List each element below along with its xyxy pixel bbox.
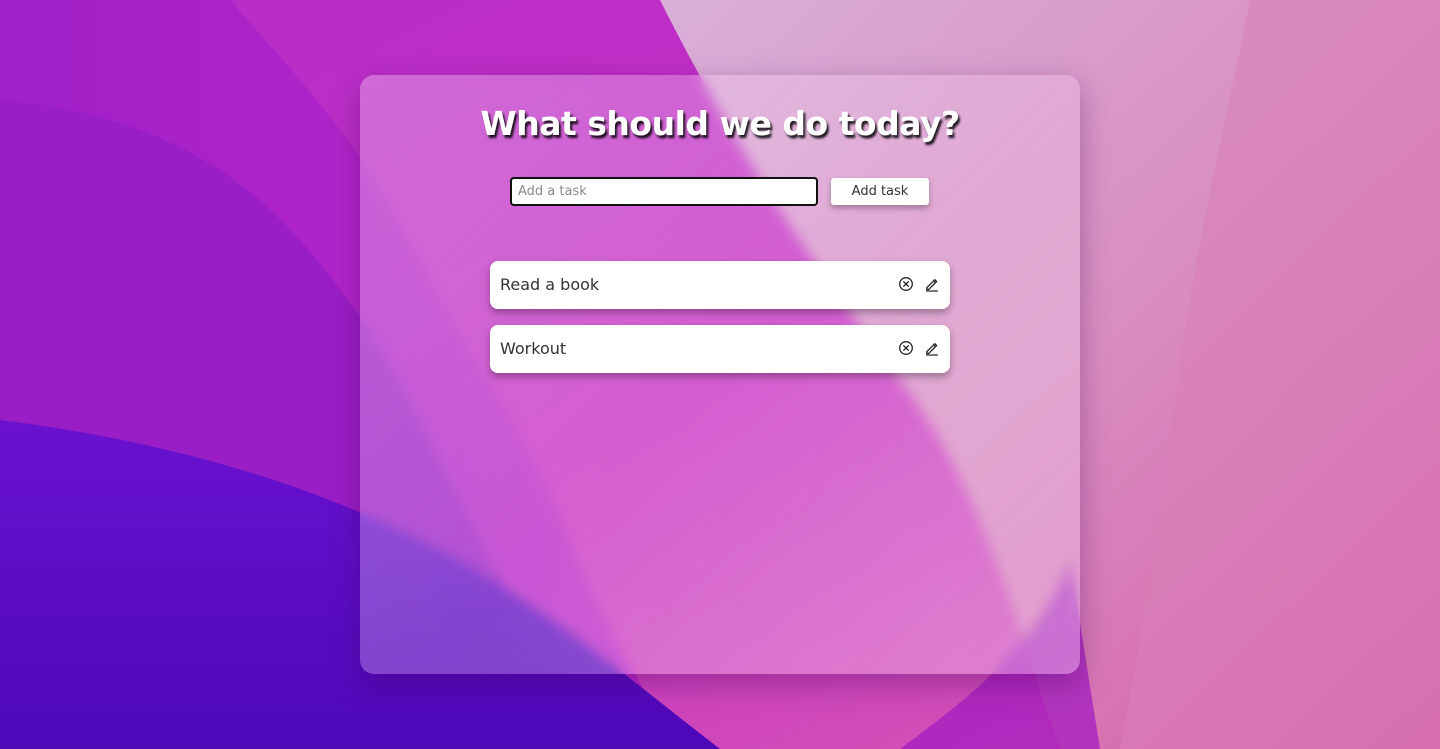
- add-task-button[interactable]: Add task: [831, 178, 929, 205]
- task-label: Read a book: [500, 275, 600, 294]
- task-item: Workout: [490, 325, 950, 373]
- task-item: Read a book: [490, 261, 950, 309]
- pencil-icon[interactable]: [923, 275, 941, 293]
- task-label: Workout: [500, 339, 567, 358]
- close-circle-icon[interactable]: [897, 275, 915, 293]
- pencil-icon[interactable]: [923, 339, 941, 357]
- task-list: Read a book Workout: [490, 261, 950, 389]
- close-circle-icon[interactable]: [897, 339, 915, 357]
- add-task-input[interactable]: [510, 177, 818, 206]
- page-title: What should we do today?: [480, 104, 960, 143]
